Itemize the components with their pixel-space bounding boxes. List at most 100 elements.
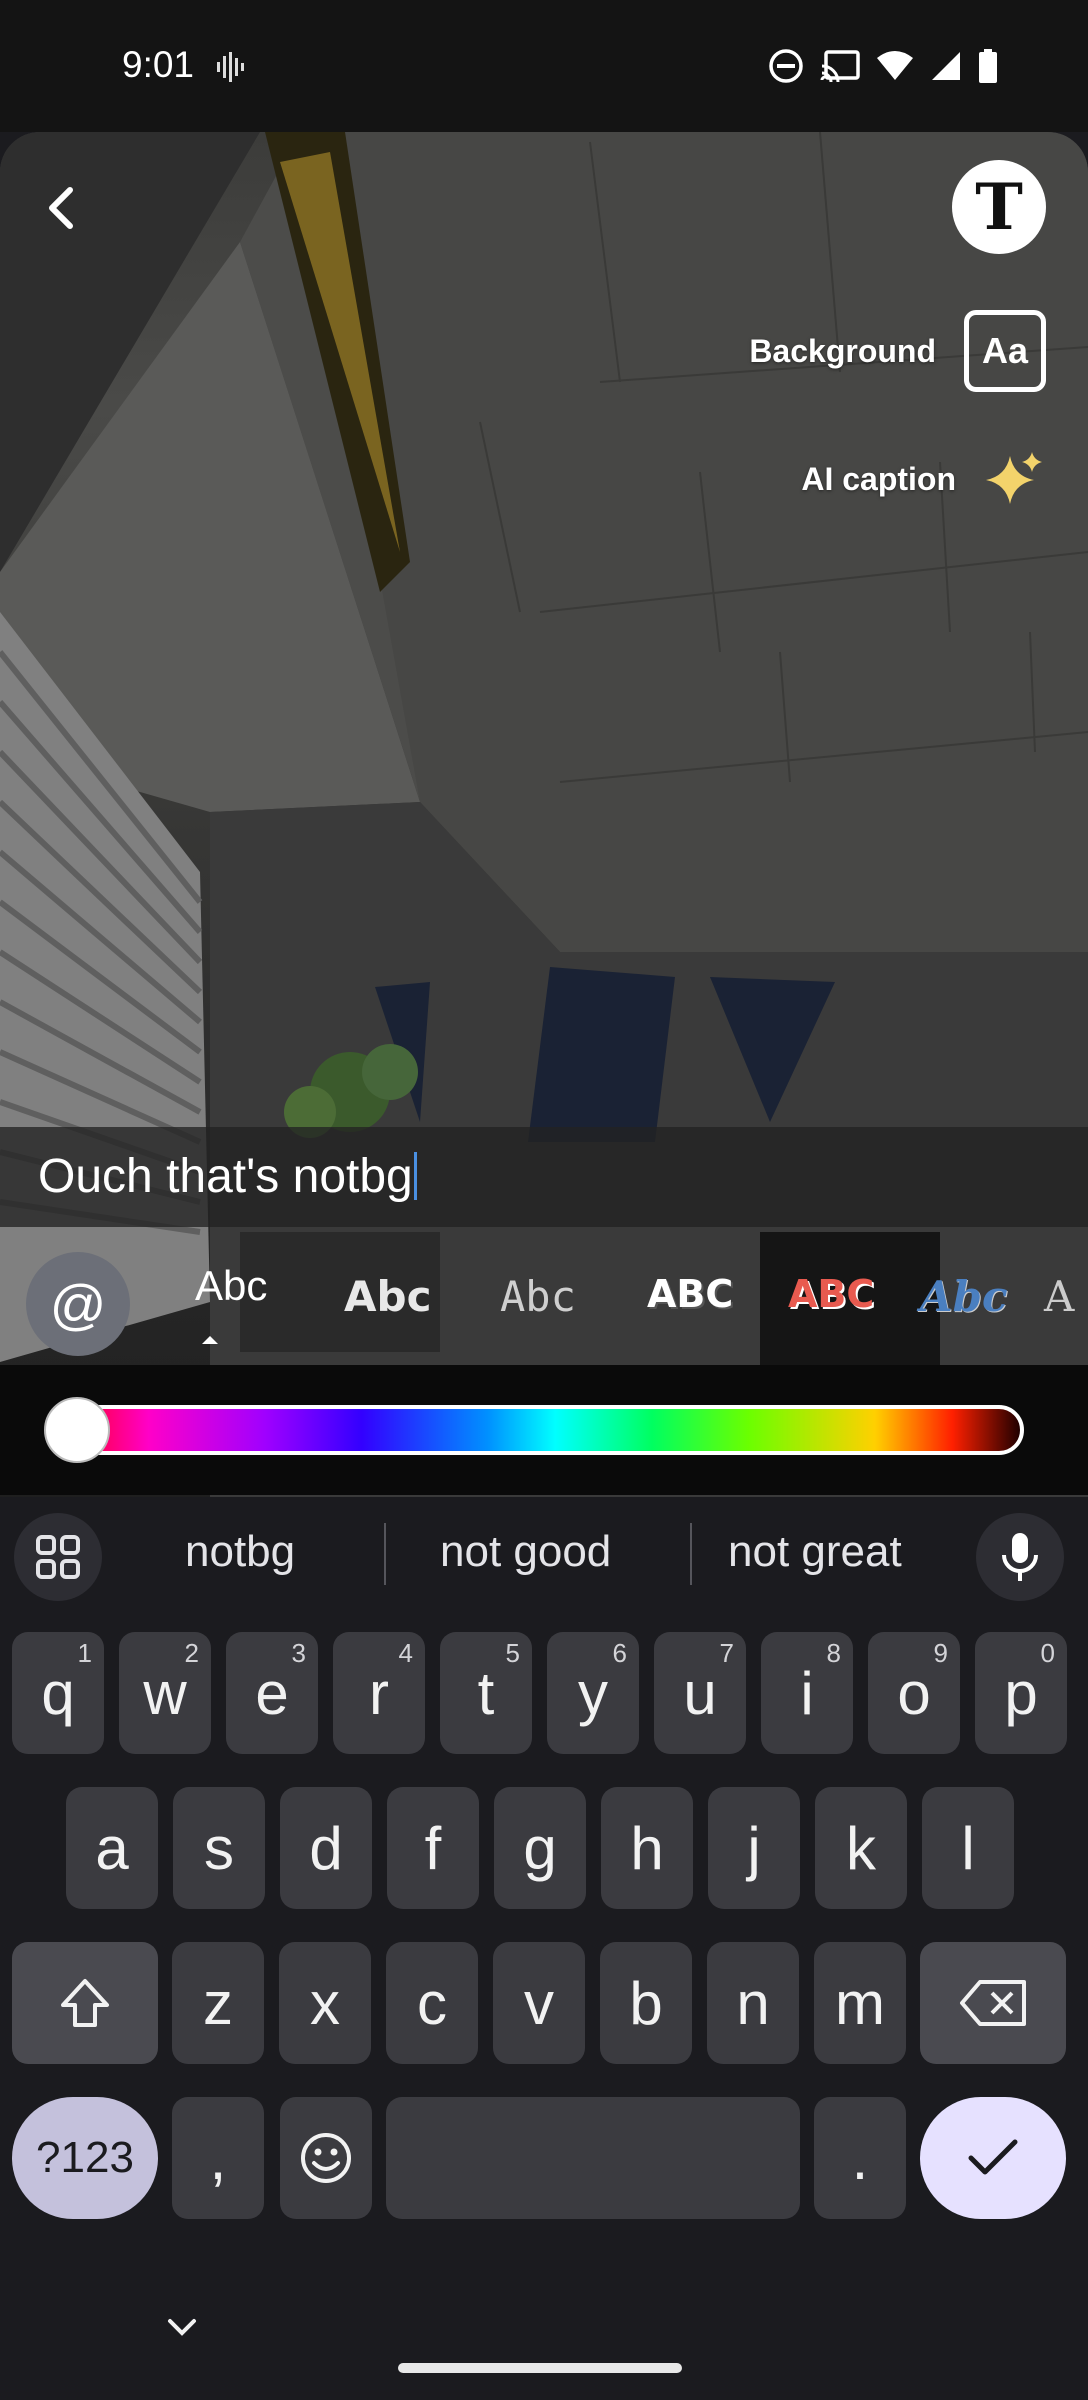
shift-icon xyxy=(61,1979,109,2027)
key-o[interactable]: o9 xyxy=(868,1632,960,1754)
cast-icon xyxy=(820,50,860,83)
space-key[interactable] xyxy=(386,2097,800,2219)
camera-preview: T Background Aa AI caption Ouch that's n… xyxy=(0,132,1088,1497)
key-number-hint: 4 xyxy=(398,1638,413,1668)
suggestion-3[interactable]: not great xyxy=(728,1527,902,1577)
key-t[interactable]: t5 xyxy=(440,1632,532,1754)
key-d[interactable]: d xyxy=(280,1787,372,1909)
caption-input-strip[interactable]: Ouch that's notbg xyxy=(0,1127,1088,1227)
keyboard: notbg not good not great ?123 , . q1w2e3… xyxy=(0,1497,1088,2400)
shift-key[interactable] xyxy=(12,1942,158,2064)
key-number-hint: 5 xyxy=(505,1638,520,1668)
do-not-disturb-icon xyxy=(769,49,803,83)
signal-icon xyxy=(932,52,960,80)
key-y[interactable]: y6 xyxy=(547,1632,639,1754)
key-b[interactable]: b xyxy=(600,1942,692,2064)
background-aa-icon[interactable]: Aa xyxy=(964,310,1046,392)
comma-key[interactable]: , xyxy=(172,2097,264,2219)
key-l[interactable]: l xyxy=(922,1787,1014,1909)
key-letter: h xyxy=(630,1814,664,1882)
key-number-hint: 9 xyxy=(933,1638,948,1668)
key-letter: f xyxy=(424,1814,442,1882)
key-letter: q xyxy=(41,1659,75,1727)
key-letter: b xyxy=(629,1969,663,2037)
emoji-key[interactable] xyxy=(280,2097,372,2219)
key-g[interactable]: g xyxy=(494,1787,586,1909)
ai-caption-label: AI caption xyxy=(801,460,956,497)
key-p[interactable]: p0 xyxy=(975,1632,1067,1754)
key-r[interactable]: r4 xyxy=(333,1632,425,1754)
microphone-icon xyxy=(1002,1533,1038,1581)
chevron-left-icon[interactable] xyxy=(36,182,88,234)
key-letter: c xyxy=(417,1969,447,2037)
color-slider-thumb[interactable] xyxy=(44,1397,110,1463)
sparkle-icon xyxy=(986,452,1042,504)
font-style-strong[interactable]: ABC xyxy=(647,1272,733,1316)
font-style-gothic[interactable]: Abc xyxy=(920,1272,1008,1321)
key-letter: v xyxy=(524,1969,554,2037)
key-letter: u xyxy=(683,1659,717,1727)
grid-icon xyxy=(36,1535,80,1579)
enter-key[interactable] xyxy=(920,2097,1066,2219)
key-letter: m xyxy=(835,1969,885,2037)
caption-text: Ouch that's notbg xyxy=(38,1150,413,1203)
voice-input-button[interactable] xyxy=(976,1513,1064,1601)
key-letter: x xyxy=(310,1969,340,2037)
font-style-row: @ Abc Abc Abc ABC ABC Abc A xyxy=(0,1222,1088,1356)
caption-input[interactable]: Ouch that's notbg xyxy=(38,1149,417,1204)
key-q[interactable]: q1 xyxy=(12,1632,104,1754)
home-indicator[interactable] xyxy=(398,2363,682,2373)
key-letter: p xyxy=(1004,1659,1038,1727)
suggestion-bar: notbg not good not great xyxy=(0,1497,1088,1609)
status-time: 9:01 xyxy=(122,44,195,85)
text-tool-glyph: T xyxy=(975,169,1023,245)
key-w[interactable]: w2 xyxy=(119,1632,211,1754)
key-letter: r xyxy=(369,1659,389,1727)
status-icons xyxy=(768,48,998,84)
key-number-hint: 1 xyxy=(77,1638,92,1668)
symbols-key[interactable]: ?123 xyxy=(12,2097,158,2219)
suggestion-divider xyxy=(384,1523,386,1585)
key-k[interactable]: k xyxy=(815,1787,907,1909)
font-style-typewriter[interactable]: Abc xyxy=(500,1272,576,1321)
key-z[interactable]: z xyxy=(172,1942,264,2064)
key-s[interactable]: s xyxy=(173,1787,265,1909)
chevron-down-icon[interactable] xyxy=(164,2315,200,2339)
backspace-icon xyxy=(960,1980,1026,2026)
key-v[interactable]: v xyxy=(493,1942,585,2064)
mention-button[interactable]: @ xyxy=(26,1252,130,1356)
suggestion-1[interactable]: notbg xyxy=(185,1527,295,1577)
key-f[interactable]: f xyxy=(387,1787,479,1909)
text-style-button[interactable]: T xyxy=(952,160,1046,254)
key-number-hint: 2 xyxy=(184,1638,199,1668)
color-slider[interactable] xyxy=(48,1405,1024,1455)
emoji-icon xyxy=(301,2133,351,2183)
key-j[interactable]: j xyxy=(708,1787,800,1909)
suggestion-divider xyxy=(690,1523,692,1585)
key-letter: j xyxy=(747,1814,761,1882)
key-number-hint: 0 xyxy=(1040,1638,1055,1668)
font-style-neon[interactable]: ABC xyxy=(788,1272,874,1316)
key-n[interactable]: n xyxy=(707,1942,799,2064)
font-style-classic[interactable]: Abc xyxy=(195,1262,267,1310)
key-letter: a xyxy=(95,1814,129,1882)
key-u[interactable]: u7 xyxy=(654,1632,746,1754)
key-m[interactable]: m xyxy=(814,1942,906,2064)
font-style-serif[interactable]: A xyxy=(1044,1272,1074,1321)
key-letter: n xyxy=(736,1969,770,2037)
key-h[interactable]: h xyxy=(601,1787,693,1909)
key-x[interactable]: x xyxy=(279,1942,371,2064)
key-a[interactable]: a xyxy=(66,1787,158,1909)
font-style-bold[interactable]: Abc xyxy=(344,1272,431,1321)
key-i[interactable]: i8 xyxy=(761,1632,853,1754)
background-option[interactable]: Background Aa xyxy=(749,310,1046,392)
suggestion-2[interactable]: not good xyxy=(440,1527,611,1577)
backspace-key[interactable] xyxy=(920,1942,1066,2064)
keyboard-menu-button[interactable] xyxy=(14,1513,102,1601)
key-e[interactable]: e3 xyxy=(226,1632,318,1754)
ai-caption-option[interactable]: AI caption xyxy=(801,450,1046,508)
key-c[interactable]: c xyxy=(386,1942,478,2064)
checkmark-icon xyxy=(968,2139,1018,2175)
key-letter: i xyxy=(800,1659,814,1727)
period-key[interactable]: . xyxy=(814,2097,906,2219)
